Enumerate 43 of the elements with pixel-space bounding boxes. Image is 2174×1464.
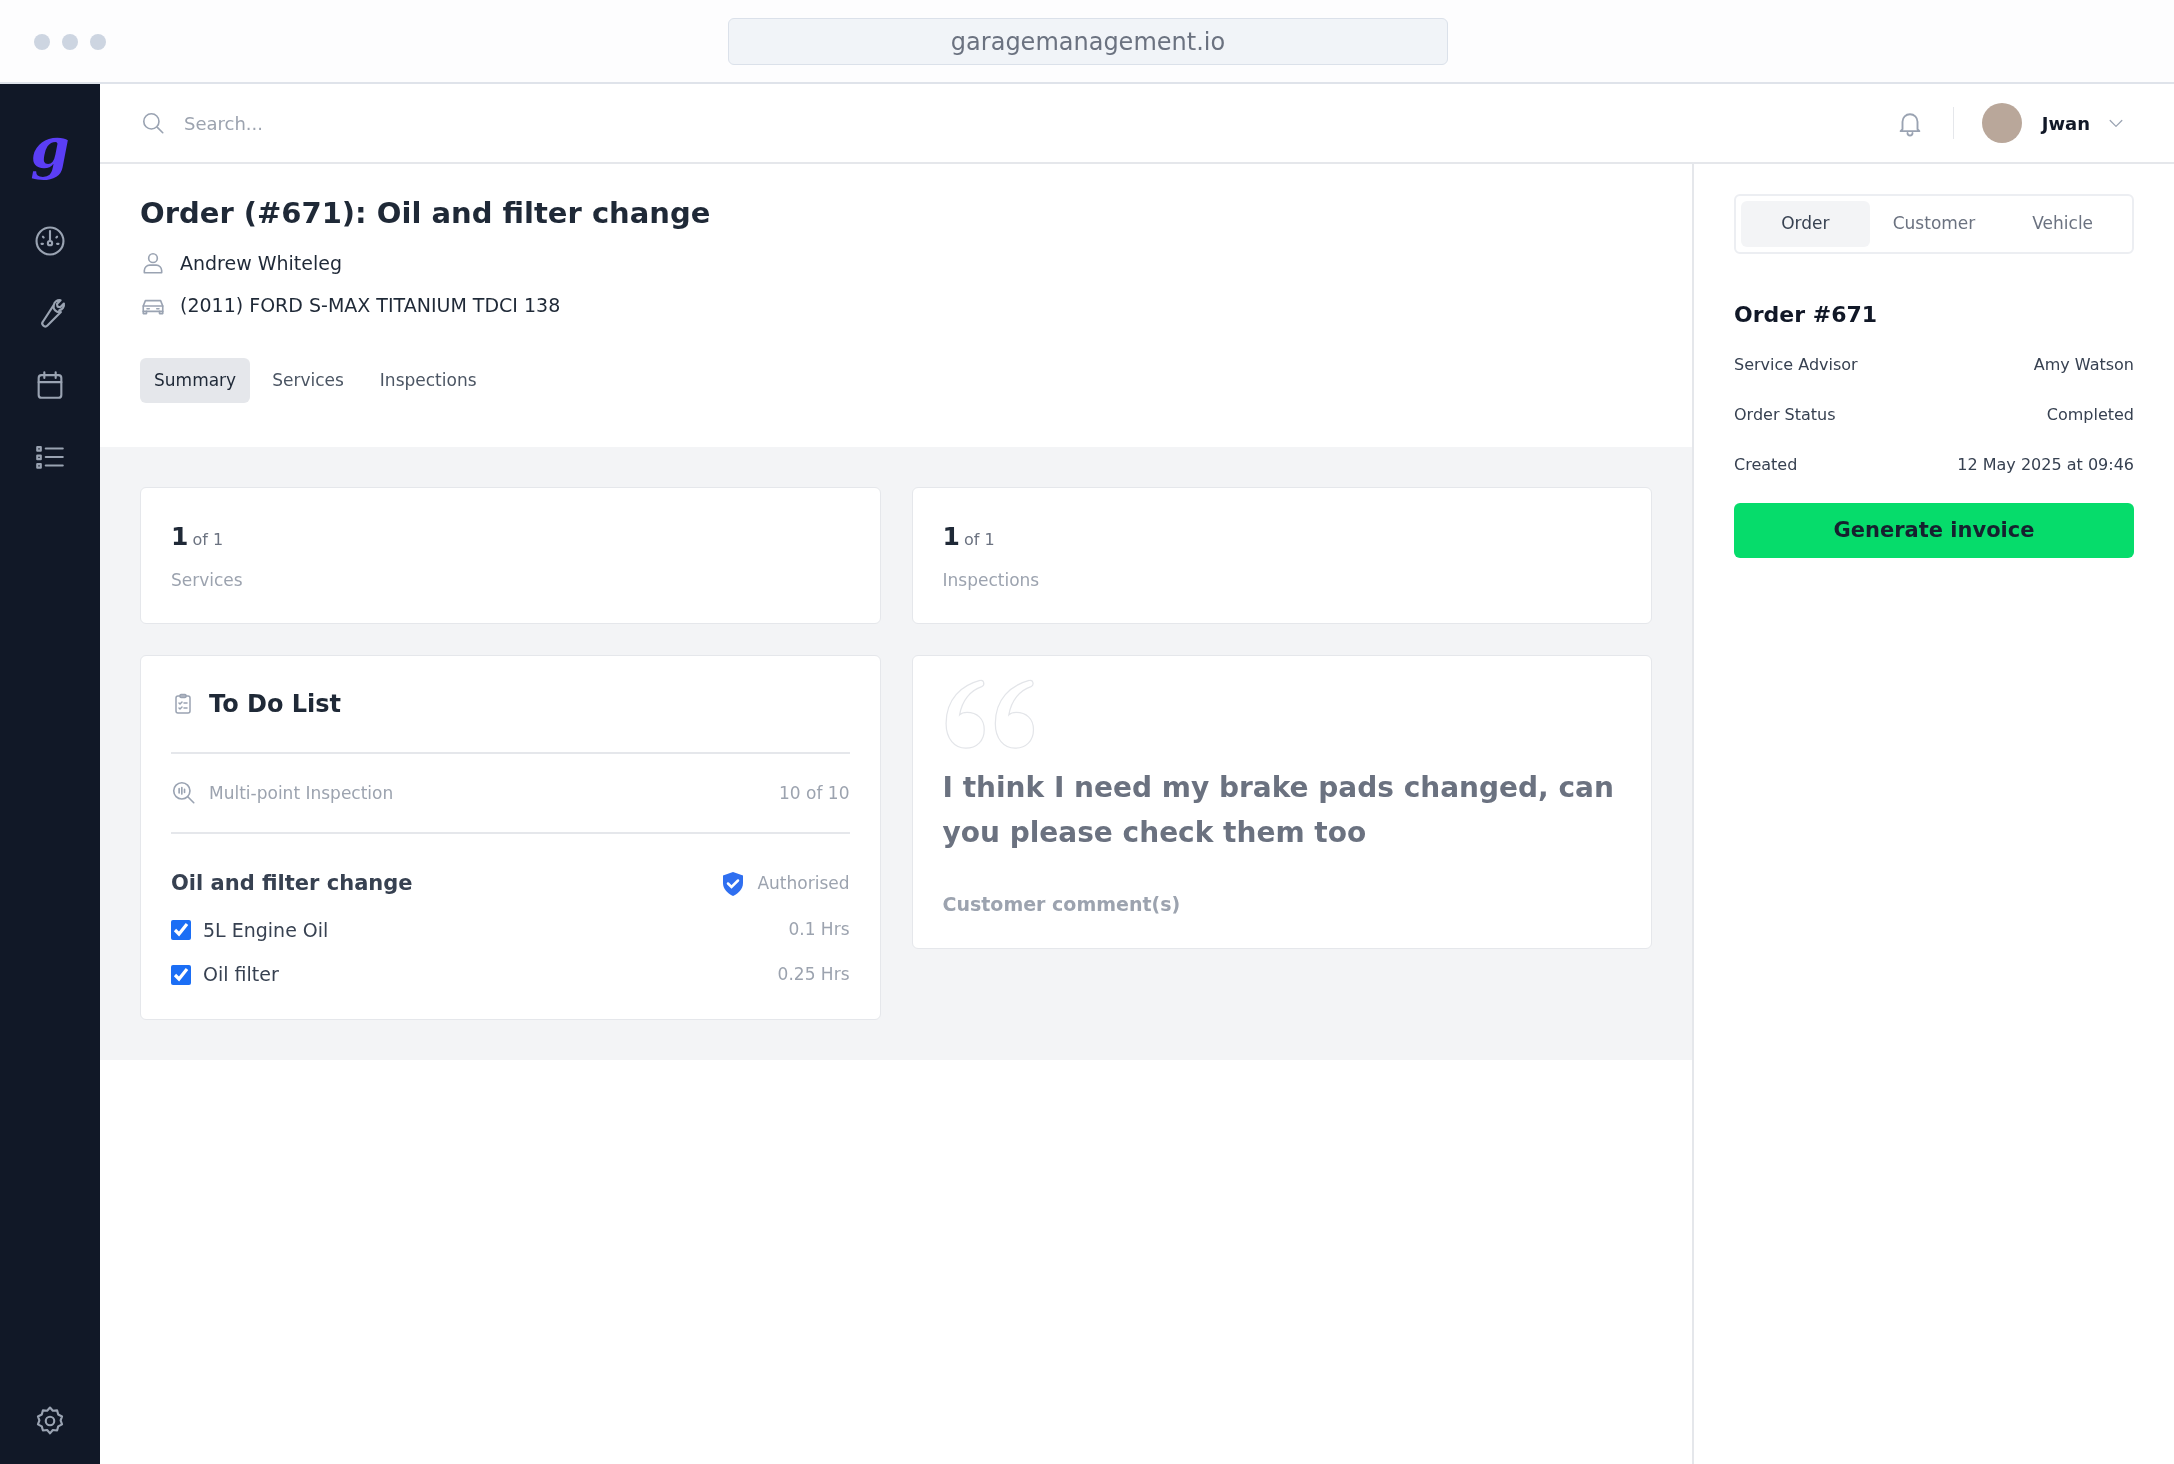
window-control-dot[interactable] <box>90 34 106 50</box>
tab[interactable]: Order <box>1741 201 1870 247</box>
search-icon <box>140 110 166 136</box>
window-control-dot[interactable] <box>34 34 50 50</box>
field-label: Service Advisor <box>1734 353 1858 376</box>
stat-count: 1 of 1 <box>171 521 225 554</box>
tab[interactable]: Vehicle <box>1998 201 2127 247</box>
inspection-name: Multi-point Inspection <box>209 781 394 805</box>
comment-label: Customer comment(s) <box>942 891 1182 917</box>
checkbox[interactable] <box>171 920 191 941</box>
window-control-dot[interactable] <box>62 34 78 50</box>
tab[interactable]: Services <box>258 357 358 404</box>
item-label: Oil filter <box>203 962 279 988</box>
tab[interactable]: Customer <box>1869 201 1999 247</box>
stat-label: Inspections <box>942 568 1041 592</box>
shield-check-icon <box>721 871 746 898</box>
comment-text: I think I need my brake pads changed, can you please check them too <box>942 770 1615 852</box>
stat-label: Services <box>171 568 244 592</box>
field-value: Completed <box>2046 403 2134 426</box>
address-bar[interactable]: garagemanagement.io <box>728 18 1448 65</box>
item-label: 5L Engine Oil <box>203 917 329 943</box>
user-name[interactable]: Jwan <box>2041 109 2090 137</box>
tab[interactable]: Inspections <box>365 357 491 404</box>
field-label: Order Status <box>1734 403 1836 426</box>
item-hours: 0.25 Hrs <box>777 962 850 986</box>
item-hours: 0.1 Hrs <box>788 918 850 942</box>
vehicle-name: (2011) FORD S-MAX TITANIUM TDCI 138 <box>180 293 561 319</box>
card-title: To Do List <box>209 689 342 721</box>
status-text: Authorised <box>757 872 850 896</box>
stat-count: 1 of 1 <box>942 521 996 554</box>
generate-invoice-button[interactable]: Generate invoice <box>1734 502 2134 558</box>
tab[interactable]: Summary <box>140 357 251 404</box>
service-title: Oil and filter change <box>171 870 413 898</box>
field-value: Amy Watson <box>2033 353 2134 376</box>
checkbox[interactable] <box>171 964 191 985</box>
magnifier-icon <box>171 780 197 807</box>
panel-heading: Order #671 <box>1734 300 1879 329</box>
inspection-count: 10 of 10 <box>779 781 850 805</box>
field-value: 12 May 2025 at 09:46 <box>1957 453 2134 476</box>
order-title: Order (#671): Oil and filter change <box>140 196 712 231</box>
gauge-icon[interactable] <box>33 224 67 258</box>
customer-name: Andrew Whiteleg <box>180 250 343 276</box>
field-label: Created <box>1734 453 1798 476</box>
